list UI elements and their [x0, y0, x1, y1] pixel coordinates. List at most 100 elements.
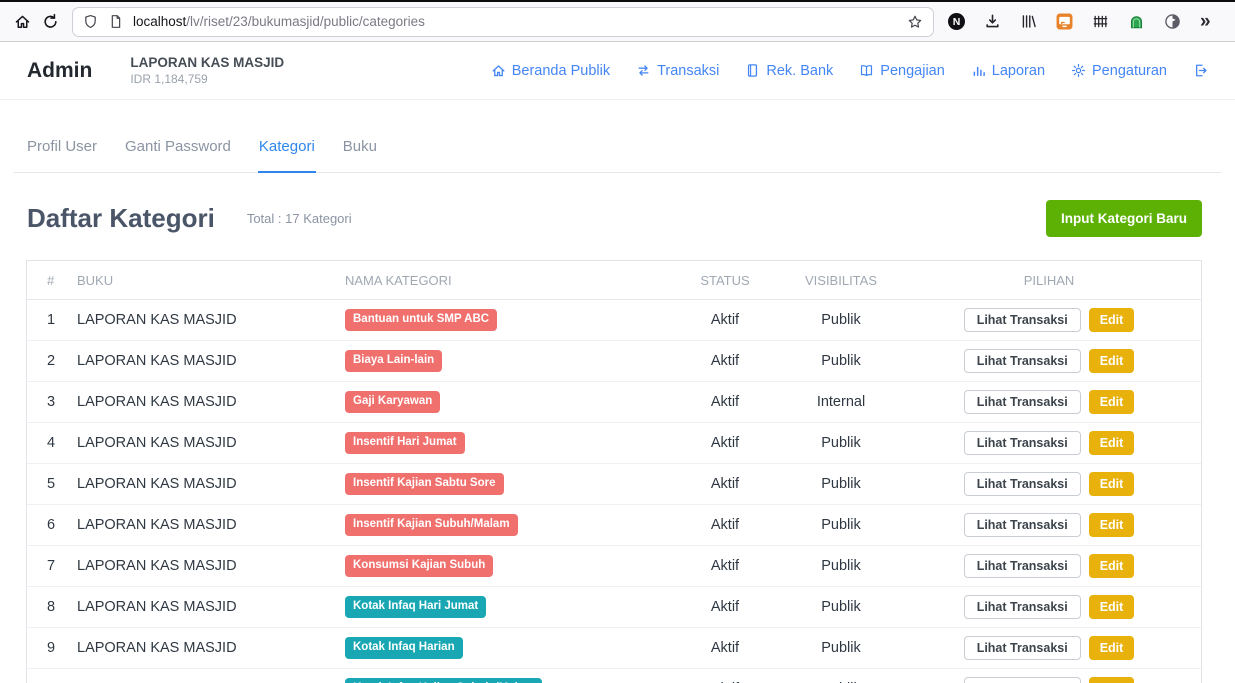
view-transactions-button[interactable]: Lihat Transaksi [964, 472, 1081, 496]
table-row: 10LAPORAN KAS MASJIDKotak Infaq Kajian S… [27, 669, 1201, 683]
status-value: Aktif [675, 464, 785, 505]
app-name[interactable]: Admin [27, 59, 92, 83]
edit-button[interactable]: Edit [1089, 431, 1135, 455]
nav-item-label: Transaksi [657, 63, 719, 79]
url-text[interactable]: localhost/lv/riset/23/bukumasjid/public/… [133, 14, 907, 29]
view-transactions-button[interactable]: Lihat Transaksi [964, 308, 1081, 332]
book-name: LAPORAN KAS MASJID [77, 464, 345, 505]
tabs-strip: Profil User Ganti Password Kategori Buku [14, 100, 1221, 173]
category-badge: Kotak Infaq Harian [345, 637, 463, 658]
browser-refresh-icon[interactable] [36, 8, 64, 36]
nav-item-pengaturan[interactable]: Pengaturan [1071, 63, 1167, 79]
row-number: 6 [27, 505, 77, 546]
edit-button[interactable]: Edit [1089, 308, 1135, 332]
fence-extension-icon[interactable] [1092, 13, 1109, 30]
visibility-value: Publik [785, 669, 907, 683]
column-header-: # [27, 261, 77, 300]
nav-item-transaksi[interactable]: Transaksi [636, 63, 719, 79]
status-value: Aktif [675, 300, 785, 341]
edit-button[interactable]: Edit [1089, 472, 1135, 496]
view-transactions-button[interactable]: Lihat Transaksi [964, 431, 1081, 455]
row-number: 9 [27, 628, 77, 669]
edit-button[interactable]: Edit [1089, 513, 1135, 537]
nav-item-pengajian[interactable]: Pengajian [859, 63, 945, 79]
row-number: 10 [27, 669, 77, 683]
visibility-value: Publik [785, 300, 907, 341]
tabs: Profil User Ganti Password Kategori Buku [26, 100, 1209, 172]
browser-extensions-area: N » [948, 12, 1211, 31]
status-value: Aktif [675, 546, 785, 587]
row-number: 4 [27, 423, 77, 464]
column-header-visibilitas: VISIBILITAS [785, 261, 907, 300]
active-book-brand: LAPORAN KAS MASJID IDR 1,184,759 [130, 55, 284, 86]
transfer-icon [636, 63, 651, 78]
visibility-value: Publik [785, 505, 907, 546]
row-number: 2 [27, 341, 77, 382]
logout-button[interactable] [1193, 63, 1208, 78]
logout-icon [1193, 63, 1208, 78]
nav-item-label: Rek. Bank [766, 63, 833, 79]
book-name: LAPORAN KAS MASJID [77, 628, 345, 669]
book-name: LAPORAN KAS MASJID [77, 505, 345, 546]
row-number: 8 [27, 587, 77, 628]
page-info-icon[interactable] [108, 14, 123, 29]
edit-button[interactable]: Edit [1089, 677, 1135, 683]
nav-item-beranda-publik[interactable]: Beranda Publik [491, 63, 610, 79]
edit-button[interactable]: Edit [1089, 595, 1135, 619]
categories-table: #BUKUNAMA KATEGORISTATUSVISIBILITASPILIH… [26, 260, 1202, 683]
shield-permissions-icon[interactable] [83, 14, 98, 29]
circle-extension-icon[interactable] [1164, 13, 1181, 30]
view-transactions-button[interactable]: Lihat Transaksi [964, 554, 1081, 578]
nav-item-label: Beranda Publik [512, 63, 610, 79]
chart-icon [971, 63, 986, 78]
bookmark-star-icon[interactable] [907, 14, 923, 30]
page-header: Daftar Kategori Total : 17 Kategori Inpu… [27, 200, 1202, 237]
view-transactions-button[interactable]: Lihat Transaksi [964, 595, 1081, 619]
url-host: localhost [133, 14, 186, 29]
open-book-icon [859, 63, 874, 78]
edit-button[interactable]: Edit [1089, 636, 1135, 660]
browser-home-icon[interactable] [8, 8, 36, 36]
rss-extension-icon[interactable] [1056, 13, 1073, 30]
column-header-nama-kategori: NAMA KATEGORI [345, 261, 675, 300]
green-shield-extension-icon[interactable] [1128, 13, 1145, 30]
bank-book-icon [745, 63, 760, 78]
column-header-pilihan: PILIHAN [907, 261, 1201, 300]
book-name: LAPORAN KAS MASJID [77, 382, 345, 423]
column-header-buku: BUKU [77, 261, 345, 300]
book-name: LAPORAN KAS MASJID [77, 587, 345, 628]
tab-kategori[interactable]: Kategori [258, 100, 316, 173]
url-bar[interactable]: localhost/lv/riset/23/bukumasjid/public/… [72, 7, 934, 37]
visibility-value: Publik [785, 628, 907, 669]
nav-item-rek-bank[interactable]: Rek. Bank [745, 63, 833, 79]
main-nav: Beranda Publik Transaksi Rek. Bank Pengajia… [491, 63, 1208, 79]
visibility-value: Publik [785, 423, 907, 464]
table-row: 1LAPORAN KAS MASJIDBantuan untuk SMP ABC… [27, 300, 1201, 341]
view-transactions-button[interactable]: Lihat Transaksi [964, 677, 1081, 683]
status-value: Aktif [675, 382, 785, 423]
downloads-icon[interactable] [984, 13, 1001, 30]
tab-profil-user[interactable]: Profil User [26, 100, 98, 172]
table-row: 8LAPORAN KAS MASJIDKotak Infaq Hari Juma… [27, 587, 1201, 628]
active-book-title: LAPORAN KAS MASJID [130, 55, 284, 70]
view-transactions-button[interactable]: Lihat Transaksi [964, 513, 1081, 537]
view-transactions-button[interactable]: Lihat Transaksi [964, 349, 1081, 373]
view-transactions-button[interactable]: Lihat Transaksi [964, 390, 1081, 414]
extension-n-icon[interactable]: N [948, 13, 965, 30]
tab-buku[interactable]: Buku [342, 100, 378, 172]
overflow-chevron-icon[interactable]: » [1200, 12, 1211, 31]
category-badge: Kotak Infaq Kajian Subuh /Malam [345, 678, 542, 683]
nav-item-laporan[interactable]: Laporan [971, 63, 1045, 79]
table-header-row: #BUKUNAMA KATEGORISTATUSVISIBILITASPILIH… [27, 261, 1201, 300]
visibility-value: Publik [785, 464, 907, 505]
edit-button[interactable]: Edit [1089, 390, 1135, 414]
visibility-value: Publik [785, 546, 907, 587]
tab-ganti-password[interactable]: Ganti Password [124, 100, 232, 172]
library-icon[interactable] [1020, 13, 1037, 30]
view-transactions-button[interactable]: Lihat Transaksi [964, 636, 1081, 660]
category-badge: Insentif Hari Jumat [345, 432, 465, 453]
edit-button[interactable]: Edit [1089, 554, 1135, 578]
new-category-button[interactable]: Input Kategori Baru [1046, 200, 1202, 237]
edit-button[interactable]: Edit [1089, 349, 1135, 373]
table-row: 2LAPORAN KAS MASJIDBiaya Lain-lainAktifP… [27, 341, 1201, 382]
